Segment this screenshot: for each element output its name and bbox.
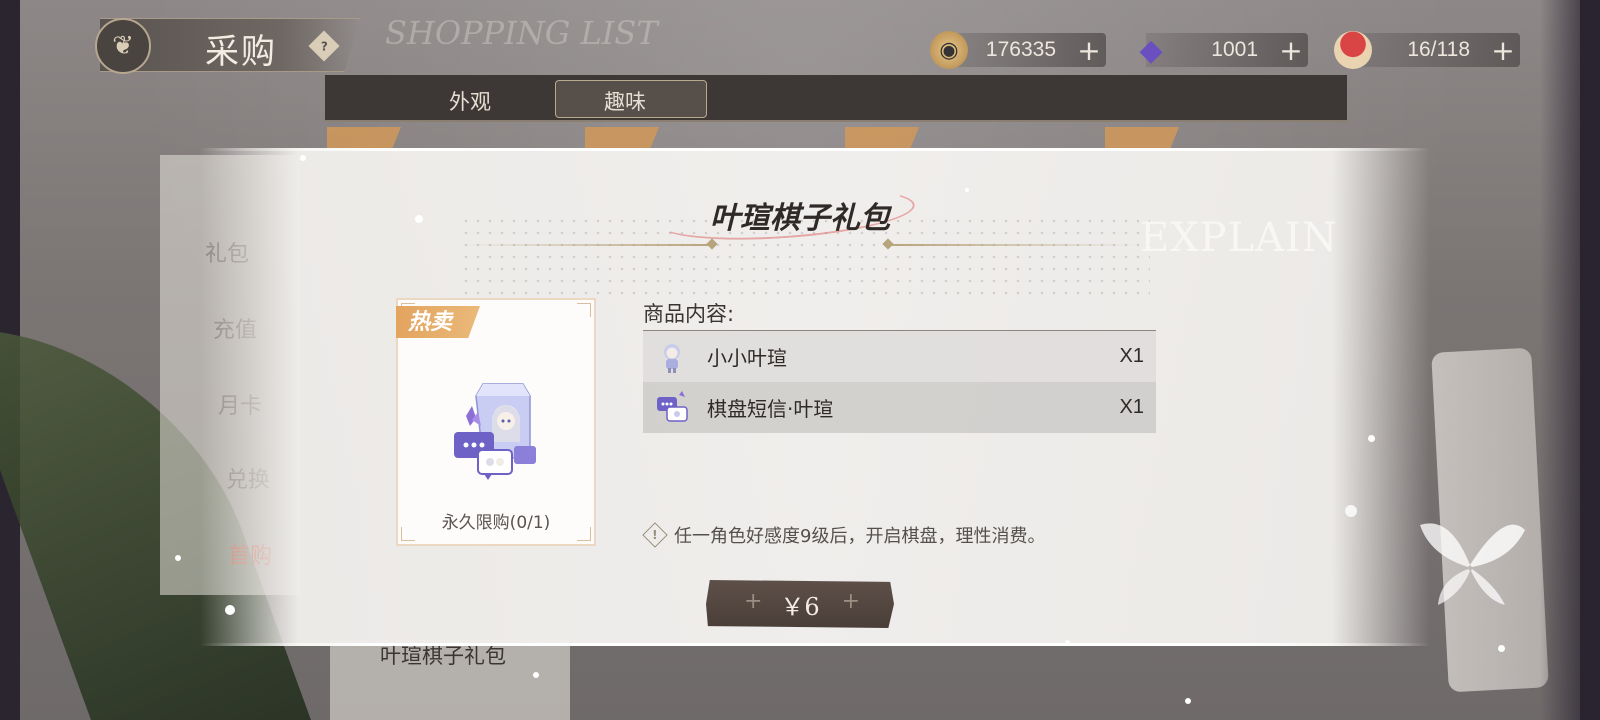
cake-amount: 16/118 (1407, 38, 1470, 61)
sparkle (225, 605, 235, 615)
currency-diamond: ◆ 1001 + (1139, 33, 1308, 68)
currency-cake: 16/118 + (1334, 31, 1520, 69)
cake-icon (1334, 31, 1372, 69)
title-divider-left (462, 244, 712, 246)
notice-text: 任一角色好感度9级后，开启棋盘，理性消费。 (674, 526, 1046, 547)
title-divider-right (888, 244, 1138, 246)
bg-card-hot-tag (845, 127, 919, 149)
currency-gold: ◉ 176335 + (930, 31, 1106, 69)
sparkle (1498, 645, 1505, 652)
edge-shadow (1540, 0, 1600, 720)
diamond-icon: ◆ (1139, 32, 1163, 68)
chat-bubble-icon (657, 390, 688, 422)
sparkle (175, 555, 181, 561)
list-item[interactable]: 小小叶瑄 X1 (643, 331, 1156, 382)
buy-button[interactable]: + ￥6 + (706, 580, 894, 628)
shopping-list-subtitle: SHOPPING LIST (385, 14, 658, 52)
list-item[interactable]: 棋盘短信·叶瑄 X1 (643, 382, 1156, 433)
sparkle (1185, 698, 1191, 704)
purchase-limit: 永久限购(0/1) (441, 513, 551, 533)
bg-card-hot-tag (1105, 127, 1179, 149)
hot-sale-badge: 热卖 (396, 306, 480, 338)
sparkle-plus-icon: + (841, 589, 860, 614)
add-gold-button[interactable]: + (1072, 34, 1106, 67)
diamond-amount: 1001 (1211, 38, 1258, 61)
purchase-notice: ! 任一角色好感度9级后，开启棋盘，理性消费。 (642, 522, 1046, 548)
sparkle (1368, 435, 1375, 442)
tab-fun[interactable]: 趣味 (604, 86, 646, 116)
item-name: 棋盘短信·叶瑄 (707, 397, 834, 421)
gold-amount: 176335 (985, 38, 1056, 61)
contents-list: 小小叶瑄 X1 棋盘短信·叶瑄 X1 (643, 330, 1156, 433)
butterfly-icon (1420, 523, 1525, 605)
dialog-title: 叶瑄棋子礼包 (710, 201, 890, 236)
bg-card-hot-tag (585, 127, 659, 149)
contents-label: 商品内容: (643, 302, 735, 326)
sparkle (1345, 505, 1357, 517)
sparkle (415, 215, 423, 223)
gift-box-icon (454, 383, 536, 480)
tab-appearance[interactable]: 外观 (449, 86, 491, 116)
sparkle (1065, 640, 1070, 645)
corner-ornament (577, 303, 591, 317)
sparkle-plus-icon: + (744, 589, 763, 614)
product-card: 热卖 永久限购(0/1) (396, 298, 596, 546)
sparkle (533, 672, 539, 678)
warning-icon: ! (642, 522, 668, 548)
price-label: ￥6 (780, 592, 820, 621)
page-title: 采购 (205, 32, 277, 72)
sparkle (965, 188, 969, 192)
chibi-figure-icon (664, 343, 680, 373)
add-cake-button[interactable]: + (1486, 34, 1520, 67)
add-diamond-button[interactable]: + (1274, 34, 1308, 67)
item-name: 小小叶瑄 (707, 346, 787, 370)
gold-coin-icon: ◉ (930, 31, 968, 69)
item-quantity: X1 (1119, 396, 1144, 418)
item-quantity: X1 (1119, 345, 1144, 367)
bg-card-hot-tag (327, 127, 401, 149)
sparkle (300, 155, 306, 161)
butterfly-emblem-icon[interactable]: ❦ (95, 18, 151, 74)
